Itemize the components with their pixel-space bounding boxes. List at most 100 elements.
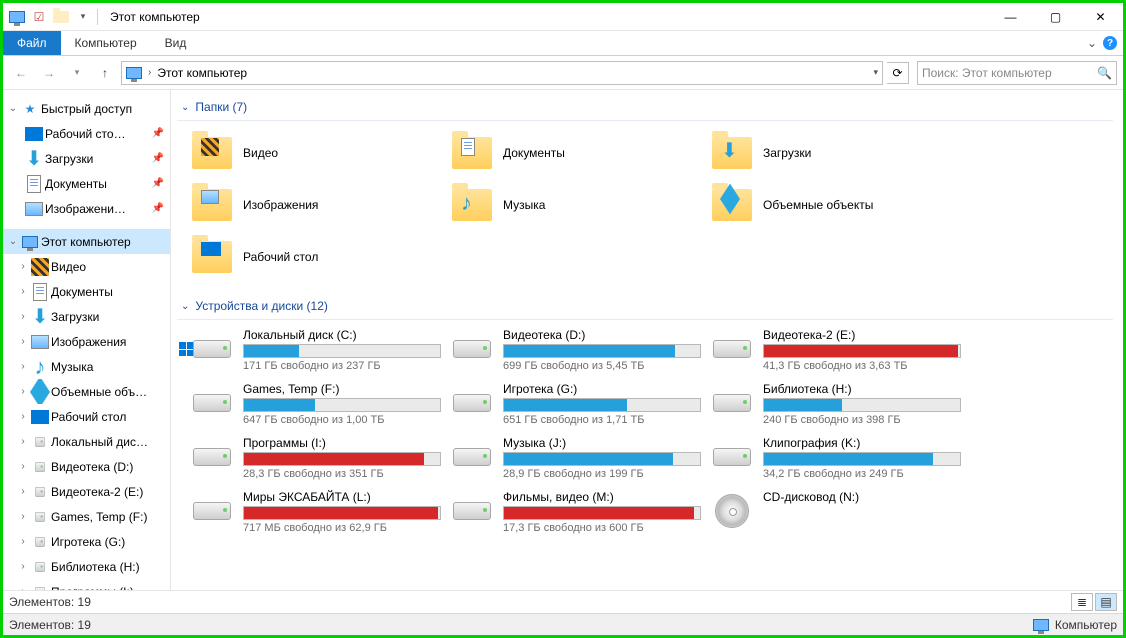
drive-item[interactable]: Games, Temp (F:) 647 ГБ свободно из 1,00… <box>191 382 441 426</box>
folder-item[interactable]: ⬇ Загрузки <box>711 129 961 177</box>
monitor-icon <box>21 233 39 251</box>
ribbon-tab-view[interactable]: Вид <box>151 31 201 55</box>
drive-item[interactable]: Игротека (G:) 651 ГБ свободно из 1,71 ТБ <box>451 382 701 426</box>
drive-name: Миры ЭКСАБАЙТА (L:) <box>243 490 441 504</box>
tree-pc-item[interactable]: ›⬇Загрузки <box>3 304 170 329</box>
qat-dropdown-icon[interactable]: ▾ <box>73 7 93 27</box>
folder-item[interactable]: ♪ Музыка <box>451 181 701 229</box>
qat-newfolder-icon[interactable] <box>51 7 71 27</box>
folder-label: Рабочий стол <box>243 250 318 264</box>
tree-pc-item[interactable]: ›Видеотека (D:) <box>3 454 170 479</box>
ribbon-tab-computer[interactable]: Компьютер <box>61 31 151 55</box>
folder-item[interactable]: Объемные объекты <box>711 181 961 229</box>
drive-capacity-bar <box>243 398 441 412</box>
drive-free-text: 717 МБ свободно из 62,9 ГБ <box>243 522 441 534</box>
drive-free-text: 699 ГБ свободно из 5,45 ТБ <box>503 360 701 372</box>
folder-item[interactable]: Изображения <box>191 181 441 229</box>
tree-quick-access[interactable]: ⌄★Быстрый доступ <box>3 96 170 121</box>
drive-item[interactable]: Фильмы, видео (M:) 17,3 ГБ свободно из 6… <box>451 490 701 534</box>
drive-free-text: 171 ГБ свободно из 237 ГБ <box>243 360 441 372</box>
close-button[interactable]: ✕ <box>1078 3 1123 31</box>
drive-capacity-bar <box>763 344 961 358</box>
folder-item[interactable]: Видео <box>191 129 441 177</box>
minimize-button[interactable]: — <box>988 3 1033 31</box>
drive-name: Игротека (G:) <box>503 382 701 396</box>
pin-icon: 📌 <box>152 203 164 214</box>
folder-label: Видео <box>243 146 278 160</box>
nav-back-button[interactable]: ← <box>9 61 33 85</box>
drive-icon <box>31 558 49 576</box>
tree-this-pc[interactable]: ⌄Этот компьютер <box>3 229 170 254</box>
group-header-drives[interactable]: ⌄ Устройства и диски (12) <box>177 293 1113 320</box>
tree-quick-item[interactable]: ⬇Загрузки📌 <box>3 146 170 171</box>
folder-icon <box>191 184 233 226</box>
drive-capacity-bar <box>503 452 701 466</box>
sidebar: ⌄★Быстрый доступРабочий сто…📌⬇Загрузки📌Д… <box>3 90 171 590</box>
address-text: Этот компьютер <box>157 66 247 80</box>
drive-name: Фильмы, видео (M:) <box>503 490 701 504</box>
nav-history-dropdown[interactable]: ▾ <box>65 61 89 85</box>
drive-free-text: 28,3 ГБ свободно из 351 ГБ <box>243 468 441 480</box>
ribbon-tab-file[interactable]: Файл <box>3 31 61 55</box>
tree-quick-item[interactable]: Рабочий сто…📌 <box>3 121 170 146</box>
tree-pc-item[interactable]: ›♪Музыка <box>3 354 170 379</box>
tree-pc-item[interactable]: ›Локальный дис… <box>3 429 170 454</box>
tree-pc-item[interactable]: ›Библиотека (H:) <box>3 554 170 579</box>
drive-name: CD-дисковод (N:) <box>763 490 961 504</box>
pic-icon <box>25 200 43 218</box>
window-title: Этот компьютер <box>110 10 200 24</box>
view-tiles-button[interactable]: ▤ <box>1095 593 1117 611</box>
drive-capacity-bar <box>503 398 701 412</box>
cube-icon <box>31 383 49 401</box>
tree-pc-item[interactable]: ›Видеотека-2 (E:) <box>3 479 170 504</box>
search-input[interactable]: Поиск: Этот компьютер 🔍 <box>917 61 1117 85</box>
drive-icon <box>451 436 493 478</box>
nav-up-button[interactable]: ↑ <box>93 61 117 85</box>
tree-quick-item[interactable]: Документы📌 <box>3 171 170 196</box>
taskbar-right-label: Компьютер <box>1055 618 1117 632</box>
status-item-count: Элементов: 19 <box>9 595 91 609</box>
folder-item[interactable]: Рабочий стол <box>191 233 441 281</box>
drive-name: Видеотека (D:) <box>503 328 701 342</box>
tree-pc-item[interactable]: ›Видео <box>3 254 170 279</box>
drive-item[interactable]: Локальный диск (C:) 171 ГБ свободно из 2… <box>191 328 441 372</box>
computer-icon <box>1033 619 1049 631</box>
drive-item[interactable]: Программы (I:) 28,3 ГБ свободно из 351 Г… <box>191 436 441 480</box>
drive-item[interactable]: CD-дисковод (N:) <box>711 490 961 534</box>
folder-label: Документы <box>503 146 565 160</box>
tree-pc-item[interactable]: ›Игротека (G:) <box>3 529 170 554</box>
drive-icon <box>191 382 233 424</box>
chevron-down-icon: ⌄ <box>181 102 189 113</box>
maximize-button[interactable]: ▢ <box>1033 3 1078 31</box>
address-bar[interactable]: › Этот компьютер ▾ <box>121 61 883 85</box>
drive-free-text: 647 ГБ свободно из 1,00 ТБ <box>243 414 441 426</box>
qat-app-icon[interactable] <box>7 7 27 27</box>
group-header-folders[interactable]: ⌄ Папки (7) <box>177 94 1113 121</box>
nav-forward-button[interactable]: → <box>37 61 61 85</box>
tree-quick-item[interactable]: Изображени…📌 <box>3 196 170 221</box>
tree-pc-item[interactable]: ›Документы <box>3 279 170 304</box>
qat-properties-icon[interactable]: ☑ <box>29 7 49 27</box>
drive-item[interactable]: Музыка (J:) 28,9 ГБ свободно из 199 ГБ <box>451 436 701 480</box>
refresh-button[interactable]: ⟳ <box>887 62 909 84</box>
ribbon-collapse-icon[interactable]: ⌄ <box>1087 36 1097 50</box>
drive-item[interactable]: Библиотека (H:) 240 ГБ свободно из 398 Г… <box>711 382 961 426</box>
drive-item[interactable]: Видеотека-2 (E:) 41,3 ГБ свободно из 3,6… <box>711 328 961 372</box>
folder-item[interactable]: Документы <box>451 129 701 177</box>
drive-item[interactable]: Миры ЭКСАБАЙТА (L:) 717 МБ свободно из 6… <box>191 490 441 534</box>
tree-pc-item[interactable]: ›Games, Temp (F:) <box>3 504 170 529</box>
drive-capacity-bar <box>243 452 441 466</box>
tree-pc-item[interactable]: ›Рабочий стол <box>3 404 170 429</box>
drive-item[interactable]: Видеотека (D:) 699 ГБ свободно из 5,45 Т… <box>451 328 701 372</box>
tree-pc-item[interactable]: ›Программы (I:) <box>3 579 170 590</box>
drive-name: Библиотека (H:) <box>763 382 961 396</box>
drive-icon <box>451 328 493 370</box>
tree-pc-item[interactable]: ›Изображения <box>3 329 170 354</box>
search-placeholder: Поиск: Этот компьютер <box>922 66 1052 80</box>
tree-pc-item[interactable]: ›Объемные объ… <box>3 379 170 404</box>
help-icon[interactable]: ? <box>1103 36 1117 50</box>
address-dropdown-icon[interactable]: ▾ <box>873 67 878 78</box>
drive-item[interactable]: Клипография (K:) 34,2 ГБ свободно из 249… <box>711 436 961 480</box>
download-icon: ⬇ <box>721 138 741 158</box>
view-details-button[interactable]: ≣ <box>1071 593 1093 611</box>
